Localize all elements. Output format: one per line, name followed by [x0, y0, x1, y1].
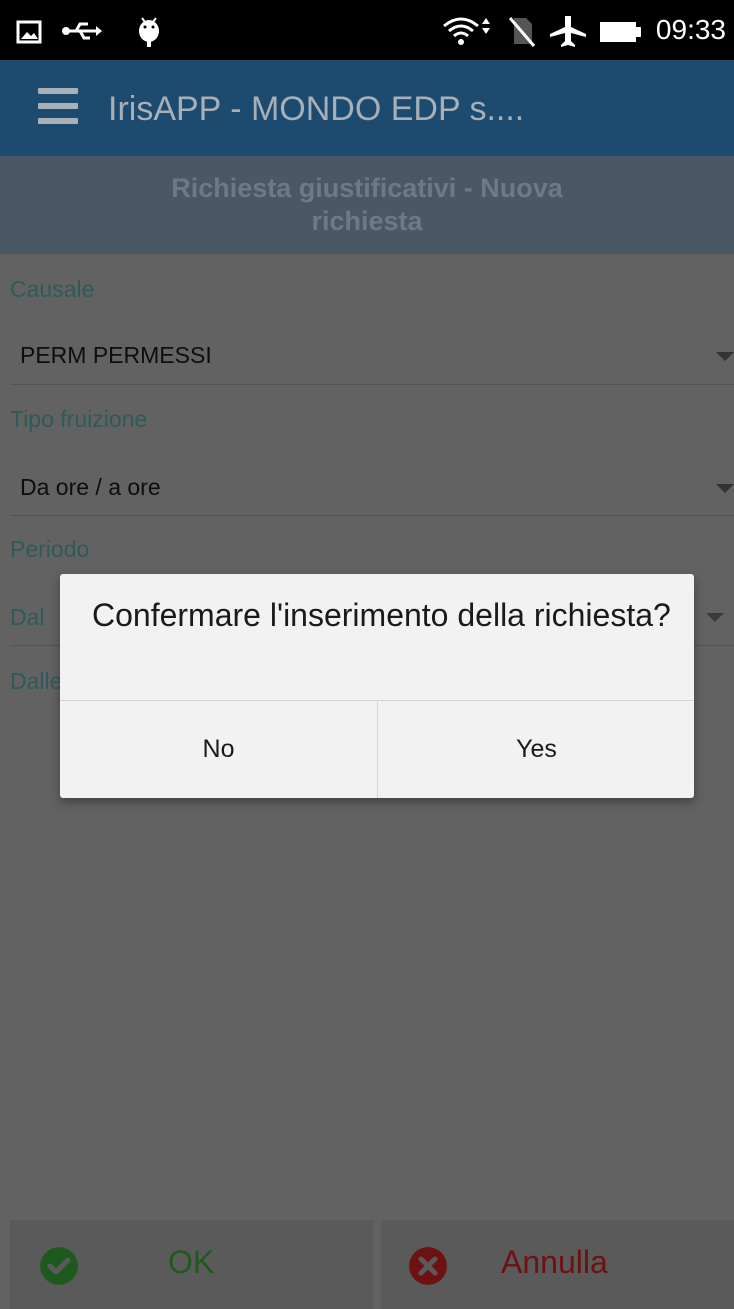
dialog-no-button[interactable]: No	[60, 701, 377, 798]
causale-select[interactable]: PERM PERMESSI	[20, 342, 212, 369]
confirm-dialog: Confermare l'inserimento della richiesta…	[60, 574, 694, 798]
ok-label: OK	[168, 1244, 215, 1280]
tipo-fruizione-dropdown-icon[interactable]	[716, 484, 734, 493]
hamburger-menu-icon[interactable]	[38, 86, 78, 126]
x-circle-icon	[409, 1247, 447, 1285]
causale-dropdown-icon[interactable]	[716, 352, 734, 361]
tipo-fruizione-select[interactable]: Da ore / a ore	[20, 474, 161, 501]
dal-label: Dal	[10, 604, 45, 630]
airplane-icon	[550, 16, 586, 47]
app-title: IrisAPP - MONDO EDP s....	[108, 90, 525, 128]
wifi-icon	[443, 17, 490, 45]
battery-icon	[600, 22, 641, 42]
dalle-label: Dalle	[10, 668, 63, 694]
annulla-button[interactable]: Annulla	[381, 1220, 734, 1309]
app-bar: IrisAPP - MONDO EDP s....	[0, 60, 734, 156]
bottom-bar: OK Annulla	[0, 1220, 734, 1309]
divider	[10, 384, 734, 385]
annulla-label: Annulla	[501, 1244, 608, 1280]
android-debug-icon	[139, 17, 159, 47]
image-icon	[16, 20, 42, 44]
ok-button[interactable]: OK	[10, 1220, 373, 1309]
periodo-label: Periodo	[10, 536, 90, 562]
no-sim-icon	[508, 17, 536, 47]
causale-label: Causale	[10, 276, 95, 302]
check-circle-icon	[40, 1247, 78, 1285]
status-time: 09:33	[655, 14, 726, 45]
page-header: Richiesta giustificativi - Nuova richies…	[0, 156, 734, 254]
dal-dropdown-icon[interactable]	[706, 613, 724, 622]
tipo-fruizione-label: Tipo fruizione	[10, 406, 148, 432]
status-bar: 09:33	[0, 0, 734, 60]
usb-icon	[62, 22, 102, 40]
page-title: Richiesta giustificativi - Nuova richies…	[171, 173, 563, 236]
divider	[10, 515, 734, 516]
dialog-yes-button[interactable]: Yes	[378, 701, 695, 798]
dialog-message: Confermare l'inserimento della richiesta…	[92, 597, 671, 633]
